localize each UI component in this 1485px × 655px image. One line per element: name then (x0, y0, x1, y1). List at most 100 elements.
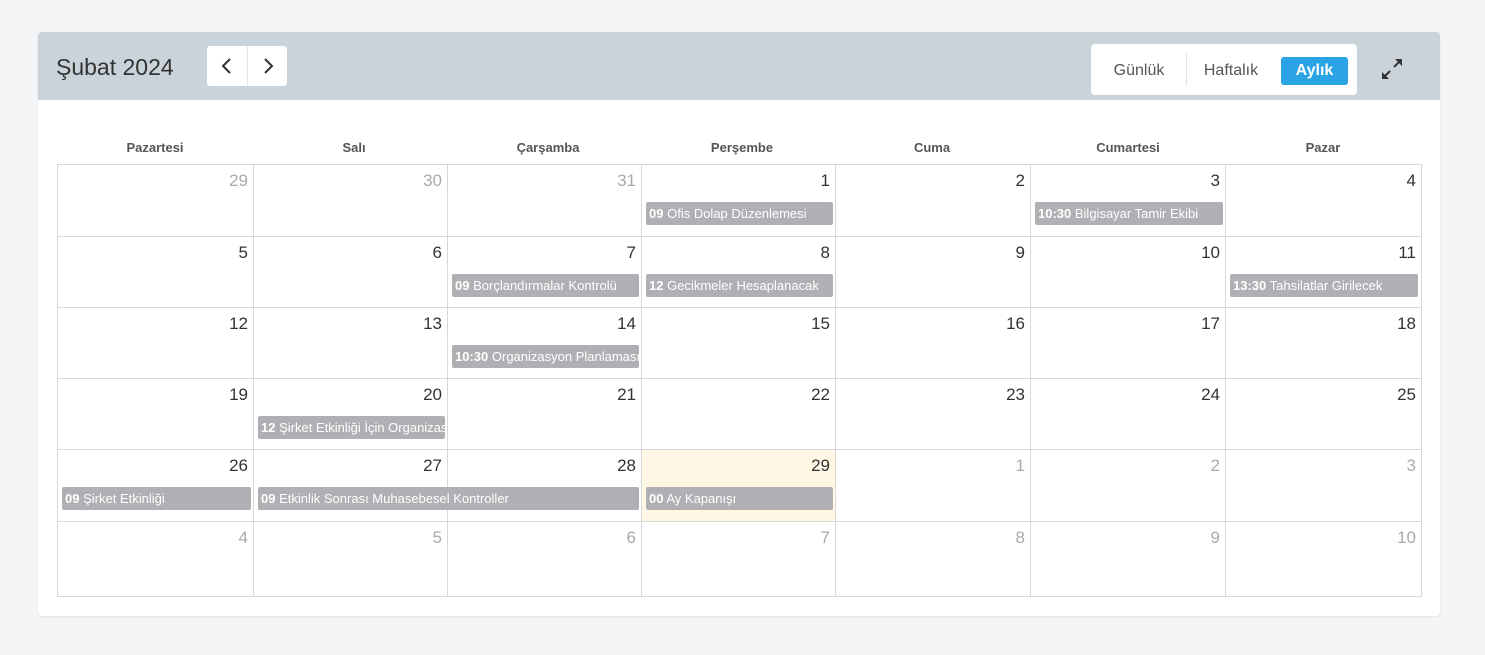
day-cell[interactable]: 1 (836, 450, 1031, 522)
day-cell[interactable]: 3 (1226, 450, 1421, 522)
day-cell[interactable]: 28 (448, 450, 642, 522)
view-divider (1186, 53, 1187, 86)
day-cell[interactable]: 9 (836, 237, 1031, 308)
day-cell[interactable]: 22 (642, 379, 836, 450)
day-cell[interactable]: 12 (58, 308, 254, 379)
day-cell[interactable]: 25 (1226, 379, 1421, 450)
day-cell[interactable]: 8 (836, 522, 1031, 596)
calendar-event[interactable]: 09 Borçlandırmalar Kontrolü (452, 274, 639, 297)
day-cell[interactable]: 18 (1226, 308, 1421, 379)
event-time: 12 (649, 278, 664, 293)
calendar-event[interactable]: 09 Ofis Dolap Düzenlemesi (646, 202, 833, 225)
day-cell[interactable]: 17 (1031, 308, 1226, 379)
day-number: 27 (423, 456, 442, 475)
view-month-button[interactable]: Aylık (1281, 57, 1348, 85)
calendar-event[interactable]: 12 Şirket Etkinliği İçin Organizasyon (258, 416, 445, 439)
day-cell[interactable]: 29 (58, 165, 254, 237)
weekday-header: Perşembe (710, 140, 774, 155)
day-number: 13 (423, 314, 442, 333)
day-cell[interactable]: 11 (1226, 237, 1421, 308)
weekday-header: Cumartesi (1096, 140, 1160, 155)
day-number: 9 (1015, 243, 1025, 262)
day-cell[interactable]: 27 (254, 450, 448, 522)
day-cell[interactable]: 6 (448, 522, 642, 596)
day-number: 25 (1397, 385, 1416, 404)
day-cell[interactable]: 8 (642, 237, 836, 308)
calendar-toolbar: Şubat 2024 Günlük Haftalık Aylık (38, 32, 1440, 100)
day-cell[interactable]: 7 (642, 522, 836, 596)
fullscreen-button[interactable] (1373, 50, 1411, 88)
day-number: 3 (1210, 171, 1220, 190)
day-cell[interactable]: 3 (1031, 165, 1226, 237)
event-title: Etkinlik Sonrası Muhasebesel Kontroller (279, 491, 509, 506)
event-time: 09 (261, 491, 276, 506)
weekday-header: Pazartesi (126, 140, 184, 155)
day-cell[interactable]: 31 (448, 165, 642, 237)
day-cell[interactable]: 1 (642, 165, 836, 237)
calendar-event[interactable]: 13:30 Tahsilatlar Girilecek (1230, 274, 1418, 297)
day-number: 3 (1406, 456, 1416, 475)
weekday-header: Salı (342, 140, 366, 155)
day-cell[interactable]: 30 (254, 165, 448, 237)
day-number: 7 (626, 243, 636, 262)
day-cell[interactable]: 19 (58, 379, 254, 450)
view-day-button[interactable]: Günlük (1102, 57, 1176, 85)
calendar-event[interactable]: 09 Etkinlik Sonrası Muhasebesel Kontroll… (258, 487, 639, 510)
day-number: 10 (1397, 528, 1416, 547)
day-number: 4 (1406, 171, 1416, 190)
day-cell[interactable]: 16 (836, 308, 1031, 379)
day-cell[interactable]: 6 (254, 237, 448, 308)
day-cell[interactable]: 23 (836, 379, 1031, 450)
day-number: 6 (432, 243, 442, 262)
event-title: Ay Kapanışı (666, 491, 737, 506)
day-cell[interactable]: 21 (448, 379, 642, 450)
day-cell[interactable]: 4 (1226, 165, 1421, 237)
day-cell[interactable]: 4 (58, 522, 254, 596)
event-title: Borçlandırmalar Kontrolü (473, 278, 617, 293)
day-number: 28 (617, 456, 636, 475)
day-cell[interactable]: 20 (254, 379, 448, 450)
day-number: 2 (1015, 171, 1025, 190)
day-cell[interactable]: 29 (642, 450, 836, 522)
day-number: 6 (626, 528, 636, 547)
calendar-event[interactable]: 10:30 Organizasyon Planlaması (452, 345, 639, 368)
day-number: 17 (1201, 314, 1220, 333)
chevron-right-icon (263, 58, 273, 74)
day-cell[interactable]: 5 (254, 522, 448, 596)
day-cell[interactable]: 9 (1031, 522, 1226, 596)
calendar-event[interactable]: 09 Şirket Etkinliği (62, 487, 251, 510)
day-number: 2 (1210, 456, 1220, 475)
day-cell[interactable]: 15 (642, 308, 836, 379)
view-week-button[interactable]: Haftalık (1191, 57, 1271, 85)
calendar-event[interactable]: 00 Ay Kapanışı (646, 487, 833, 510)
next-month-button[interactable] (247, 46, 287, 86)
day-number: 14 (617, 314, 636, 333)
event-title: Şirket Etkinliği İçin Organizasyon (279, 420, 445, 435)
calendar-event[interactable]: 10:30 Bilgisayar Tamir Ekibi (1035, 202, 1223, 225)
day-cell[interactable]: 7 (448, 237, 642, 308)
event-time: 10:30 (1038, 206, 1072, 221)
day-number: 26 (229, 456, 248, 475)
expand-icon (1382, 59, 1402, 79)
prev-month-button[interactable] (207, 46, 247, 86)
day-number: 23 (1006, 385, 1025, 404)
day-cell[interactable]: 13 (254, 308, 448, 379)
nav-button-group (207, 46, 287, 86)
day-number: 12 (229, 314, 248, 333)
day-cell[interactable]: 14 (448, 308, 642, 379)
day-number: 29 (811, 456, 830, 475)
day-cell[interactable]: 24 (1031, 379, 1226, 450)
event-time: 12 (261, 420, 276, 435)
day-cell[interactable]: 10 (1031, 237, 1226, 308)
day-cell[interactable]: 2 (836, 165, 1031, 237)
event-title: Şirket Etkinliği (83, 491, 165, 506)
day-cell[interactable]: 2 (1031, 450, 1226, 522)
event-title: Ofis Dolap Düzenlemesi (667, 206, 807, 221)
day-number: 18 (1397, 314, 1416, 333)
day-cell[interactable]: 26 (58, 450, 254, 522)
day-cell[interactable]: 10 (1226, 522, 1421, 596)
day-cell[interactable]: 5 (58, 237, 254, 308)
calendar-event[interactable]: 12 Gecikmeler Hesaplanacak (646, 274, 833, 297)
day-number: 22 (811, 385, 830, 404)
event-title: Bilgisayar Tamir Ekibi (1074, 206, 1199, 221)
